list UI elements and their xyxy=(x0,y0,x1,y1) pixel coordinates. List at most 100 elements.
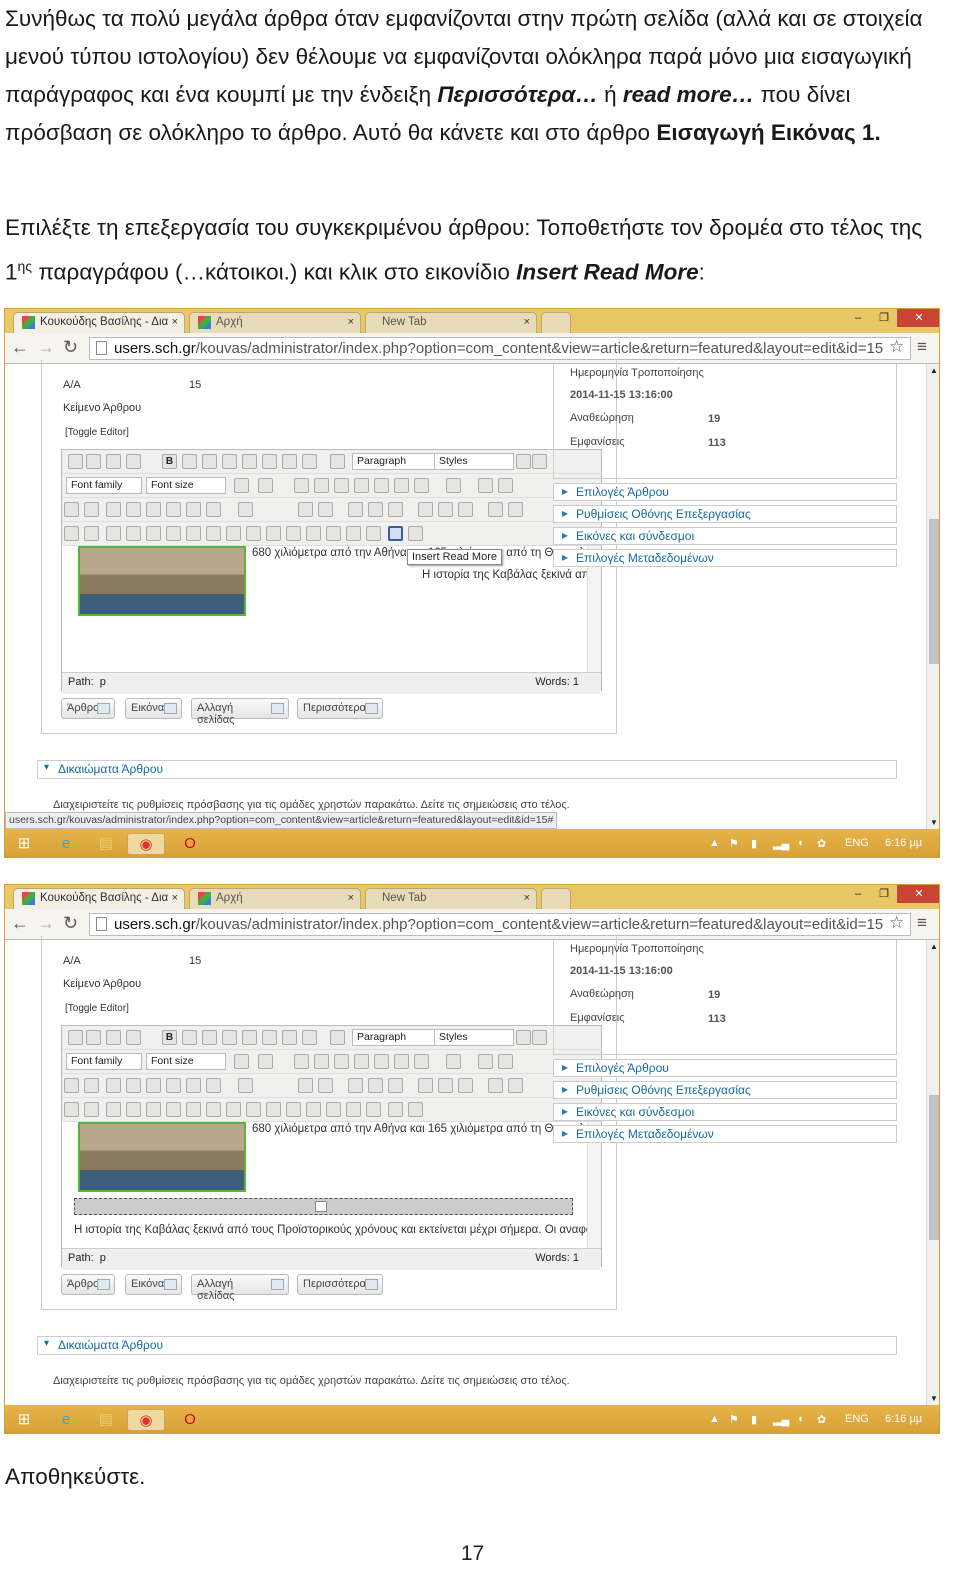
abbr-icon[interactable] xyxy=(206,502,221,517)
undo-icon[interactable] xyxy=(106,1030,121,1045)
table-icon[interactable] xyxy=(238,1078,253,1093)
start-button[interactable]: ⊞ xyxy=(13,1409,35,1431)
pagebreak-icon[interactable] xyxy=(408,526,423,541)
forward-arrow-icon[interactable]: → xyxy=(37,337,55,358)
browser-tab[interactable]: Αρχή × xyxy=(189,312,361,333)
back-arrow-icon[interactable]: ← xyxy=(11,913,29,934)
rtl-icon[interactable] xyxy=(84,1078,99,1093)
tab-close-icon[interactable]: × xyxy=(348,892,354,904)
col-icon[interactable] xyxy=(348,502,363,517)
redo-icon[interactable] xyxy=(126,454,141,469)
style-icon[interactable] xyxy=(146,526,161,541)
scroll-up-arrow-icon[interactable]: ▲ xyxy=(930,366,938,375)
anchor-icon[interactable] xyxy=(306,526,321,541)
bold-icon[interactable]: B xyxy=(162,1030,177,1045)
scroll-down-arrow-icon[interactable]: ▼ xyxy=(930,818,938,827)
bookmark-star-icon[interactable]: ☆ xyxy=(889,337,904,357)
font-family-select[interactable]: Font family xyxy=(66,477,142,494)
split-icon[interactable] xyxy=(508,502,523,517)
tab-close-icon[interactable]: × xyxy=(524,316,530,328)
maximize-button[interactable]: ❐ xyxy=(871,885,897,903)
paste-text-icon[interactable] xyxy=(354,478,369,493)
signal-icon[interactable]: ▂▄ xyxy=(773,837,789,850)
ins-icon[interactable] xyxy=(246,526,261,541)
style-icon[interactable] xyxy=(146,1102,161,1117)
merge-icon[interactable] xyxy=(488,502,503,517)
forward-arrow-icon[interactable]: → xyxy=(37,913,55,934)
toggle-editor-link[interactable]: [Toggle Editor] xyxy=(65,427,129,438)
show-hidden-icon[interactable]: ▲ xyxy=(709,837,720,849)
row2-icon[interactable] xyxy=(318,1078,333,1093)
spellcheck-icon[interactable] xyxy=(366,526,381,541)
help-icon[interactable] xyxy=(68,1030,83,1045)
acronym-icon[interactable] xyxy=(186,1102,201,1117)
acronym-icon[interactable] xyxy=(186,526,201,541)
editor-button-image[interactable]: Εικόνα xyxy=(125,1274,182,1295)
browser-tab[interactable]: Αρχή × xyxy=(189,888,361,909)
maximize-button[interactable]: ❐ xyxy=(871,309,897,327)
new-doc-icon[interactable] xyxy=(86,454,101,469)
del-icon[interactable] xyxy=(226,1102,241,1117)
battery-icon[interactable]: ▮ xyxy=(751,1413,757,1426)
new-doc-icon[interactable] xyxy=(86,1030,101,1045)
align-left-icon[interactable] xyxy=(242,1030,257,1045)
table-icon[interactable] xyxy=(238,502,253,517)
text-color-icon[interactable] xyxy=(234,478,249,493)
tab-close-icon[interactable]: × xyxy=(348,316,354,328)
undo-icon[interactable] xyxy=(106,454,121,469)
network-icon[interactable]: ✿ xyxy=(817,837,826,850)
align-right-icon[interactable] xyxy=(282,454,297,469)
code-icon[interactable] xyxy=(146,502,161,517)
abbr-icon[interactable] xyxy=(206,1078,221,1093)
accordion-item[interactable]: Επιλογές Άρθρου xyxy=(553,483,897,501)
opera-icon[interactable]: O xyxy=(179,1409,201,1431)
col2-icon[interactable] xyxy=(368,1078,383,1093)
ordered-list-icon[interactable] xyxy=(414,1054,429,1069)
visual-aid-icon[interactable] xyxy=(64,1102,79,1117)
del-icon[interactable] xyxy=(226,526,241,541)
outdent-icon[interactable] xyxy=(394,478,409,493)
browser-tab[interactable]: New Tab × xyxy=(365,312,537,333)
row-icon[interactable] xyxy=(298,502,313,517)
insert-read-more-icon[interactable] xyxy=(388,1102,403,1117)
template-icon[interactable] xyxy=(106,1102,121,1117)
align-center-icon[interactable] xyxy=(262,1030,277,1045)
eraser-icon[interactable] xyxy=(532,1030,547,1045)
clock[interactable]: 6:16 μμ xyxy=(885,1413,922,1425)
permissions-header[interactable]: ▾ Δικαιώματα Άρθρου xyxy=(37,1336,897,1355)
file-explorer-icon[interactable]: ▤ xyxy=(95,833,117,855)
layer-icon[interactable] xyxy=(286,1102,301,1117)
subscript-icon[interactable] xyxy=(478,1054,493,1069)
indent-icon[interactable] xyxy=(374,478,389,493)
url-input[interactable]: users.sch.gr/kouvas/administrator/index.… xyxy=(89,337,911,360)
new-tab-button[interactable] xyxy=(541,888,571,909)
minimize-button[interactable]: – xyxy=(845,309,871,327)
tab-close-icon[interactable]: × xyxy=(172,892,178,904)
attribs-icon[interactable] xyxy=(266,526,281,541)
link-icon[interactable] xyxy=(326,1102,341,1117)
accordion-item[interactable]: Εικόνες και σύνδεσμοι xyxy=(553,1103,897,1121)
network-icon[interactable]: ✿ xyxy=(817,1413,826,1426)
justify-icon[interactable] xyxy=(302,1030,317,1045)
eraser-icon[interactable] xyxy=(532,454,547,469)
minimize-button[interactable]: – xyxy=(845,885,871,903)
col2-icon[interactable] xyxy=(368,502,383,517)
browser-tab[interactable]: New Tab × xyxy=(365,888,537,909)
subscript-icon[interactable] xyxy=(478,478,493,493)
dropdown-arrow-icon[interactable] xyxy=(516,454,531,469)
scroll-down-arrow-icon[interactable]: ▼ xyxy=(930,1394,938,1403)
blockquote-icon[interactable] xyxy=(330,454,345,469)
align-center-icon[interactable] xyxy=(262,454,277,469)
accordion-item[interactable]: Επιλογές Μεταδεδομένων xyxy=(553,549,897,567)
print-icon[interactable] xyxy=(166,502,181,517)
ins-icon[interactable] xyxy=(246,1102,261,1117)
bullet-list-icon[interactable] xyxy=(446,478,461,493)
cell-icon[interactable] xyxy=(418,502,433,517)
preview-icon[interactable] xyxy=(126,502,141,517)
strikethrough-icon[interactable] xyxy=(222,1030,237,1045)
styles-select[interactable]: Styles xyxy=(434,1029,514,1046)
italic-icon[interactable] xyxy=(182,1030,197,1045)
chrome-icon[interactable]: ◉ xyxy=(127,833,165,855)
paste-text-icon[interactable] xyxy=(354,1054,369,1069)
col3-icon[interactable] xyxy=(388,502,403,517)
